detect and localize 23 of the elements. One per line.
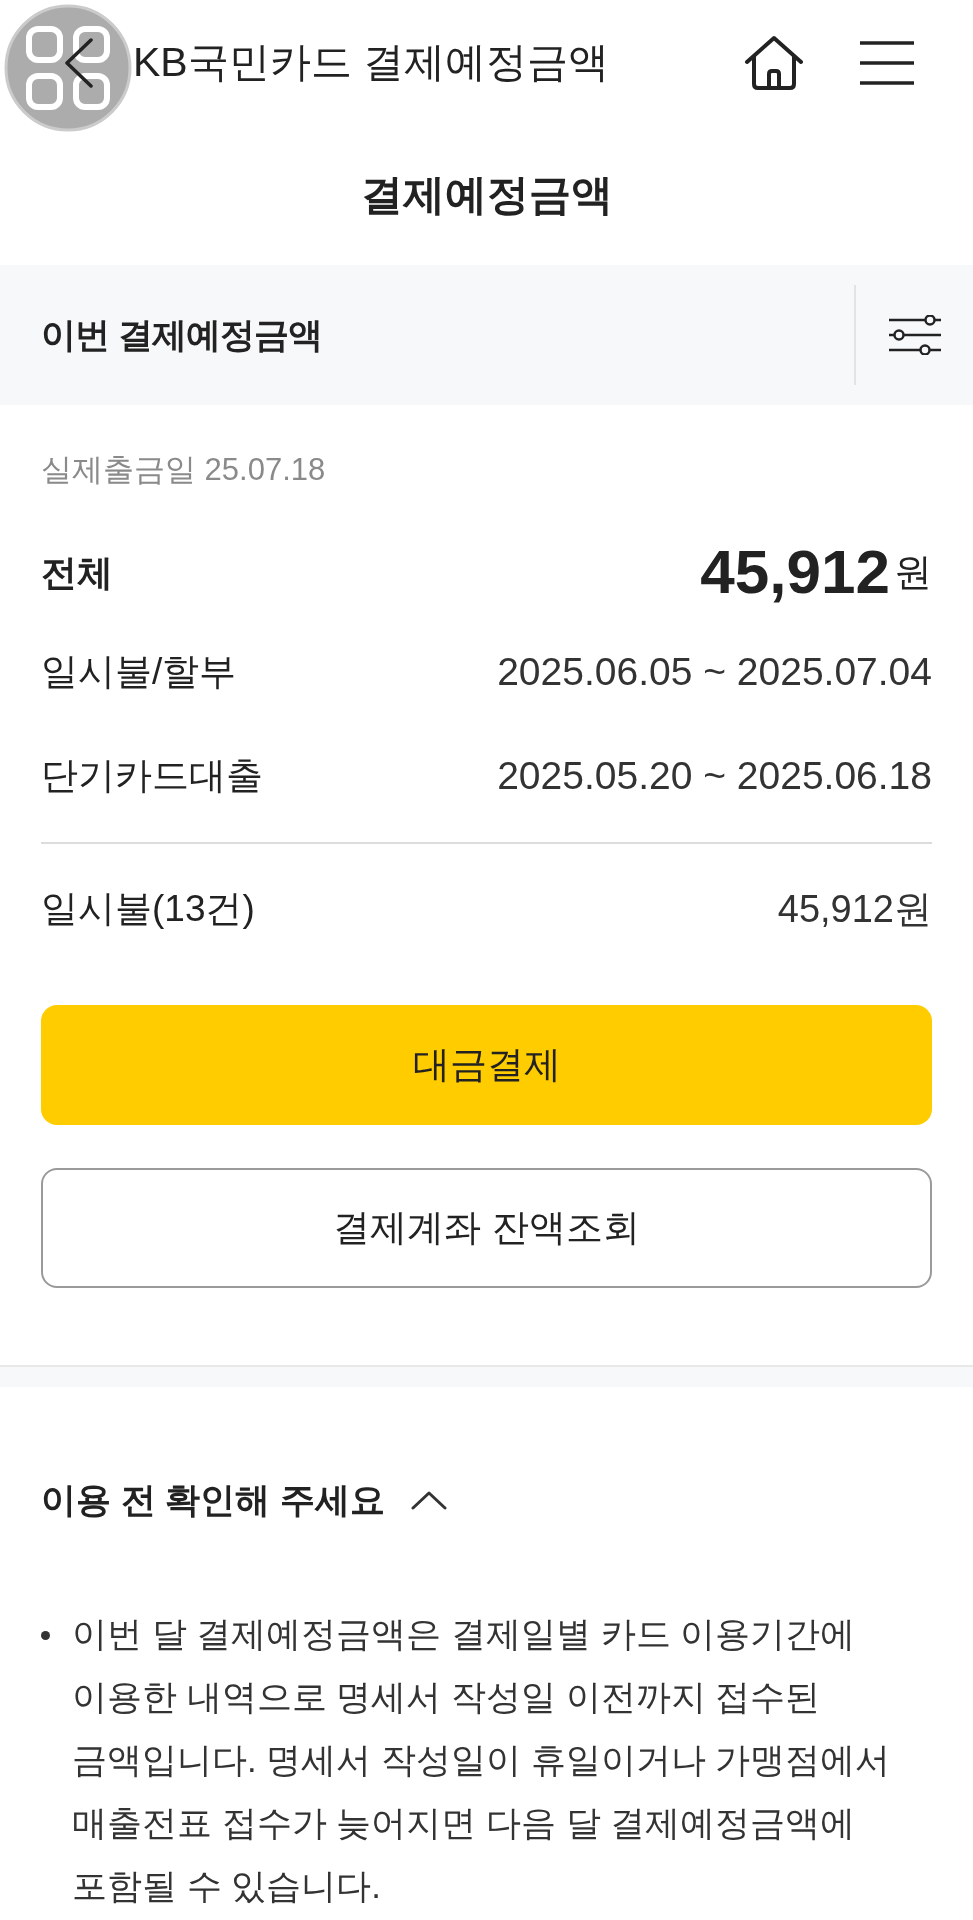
home-icon[interactable] — [744, 34, 804, 91]
pay-button[interactable]: 대금결제 — [41, 1005, 932, 1125]
period-range: 2025.05.20 ~ 2025.06.18 — [497, 752, 932, 799]
chevron-icon[interactable] — [411, 1490, 448, 1510]
summary-title: 이번 결제예정금액 — [41, 313, 322, 356]
bullet-icon — [41, 1631, 50, 1640]
period-label: 단기카드대출 — [41, 754, 263, 799]
filter-settings-icon[interactable] — [887, 315, 942, 355]
total-label: 전체 — [41, 550, 113, 595]
header-title: KB국민카드 결제예정금액 — [133, 37, 610, 87]
breakdown-amount: 45,912원 — [777, 886, 932, 932]
period-label: 일시불/할부 — [41, 650, 237, 695]
notice-title: 이용 전 확인해 주세요 — [41, 1478, 386, 1521]
balance-inquiry-button[interactable]: 결제계좌 잔액조회 — [41, 1168, 932, 1288]
period-range: 2025.06.05 ~ 2025.07.04 — [497, 648, 932, 695]
total-amount: 45,912 — [700, 538, 890, 607]
breakdown-label: 일시불(13건) — [41, 887, 255, 932]
withdrawal-date: 실제출금일 25.07.18 — [41, 450, 326, 489]
notice-text: 이번 달 결제예정금액은 결제일별 카드 이용기간에 이용한 내역으로 명세서 작성일 이전까지 접수된 금액입니다. 명세서 작성일이 휴일이거나 가맹점에서 매출전표 접수가 늦어지면 다음 달 결제예정금액에 포함될 수 있습니다. — [72, 1614, 892, 1907]
menu-icon[interactable] — [859, 39, 915, 86]
page-title: 결제예정금액 — [360, 169, 613, 220]
back-icon[interactable] — [64, 37, 94, 88]
currency-unit: 원 — [894, 549, 932, 595]
